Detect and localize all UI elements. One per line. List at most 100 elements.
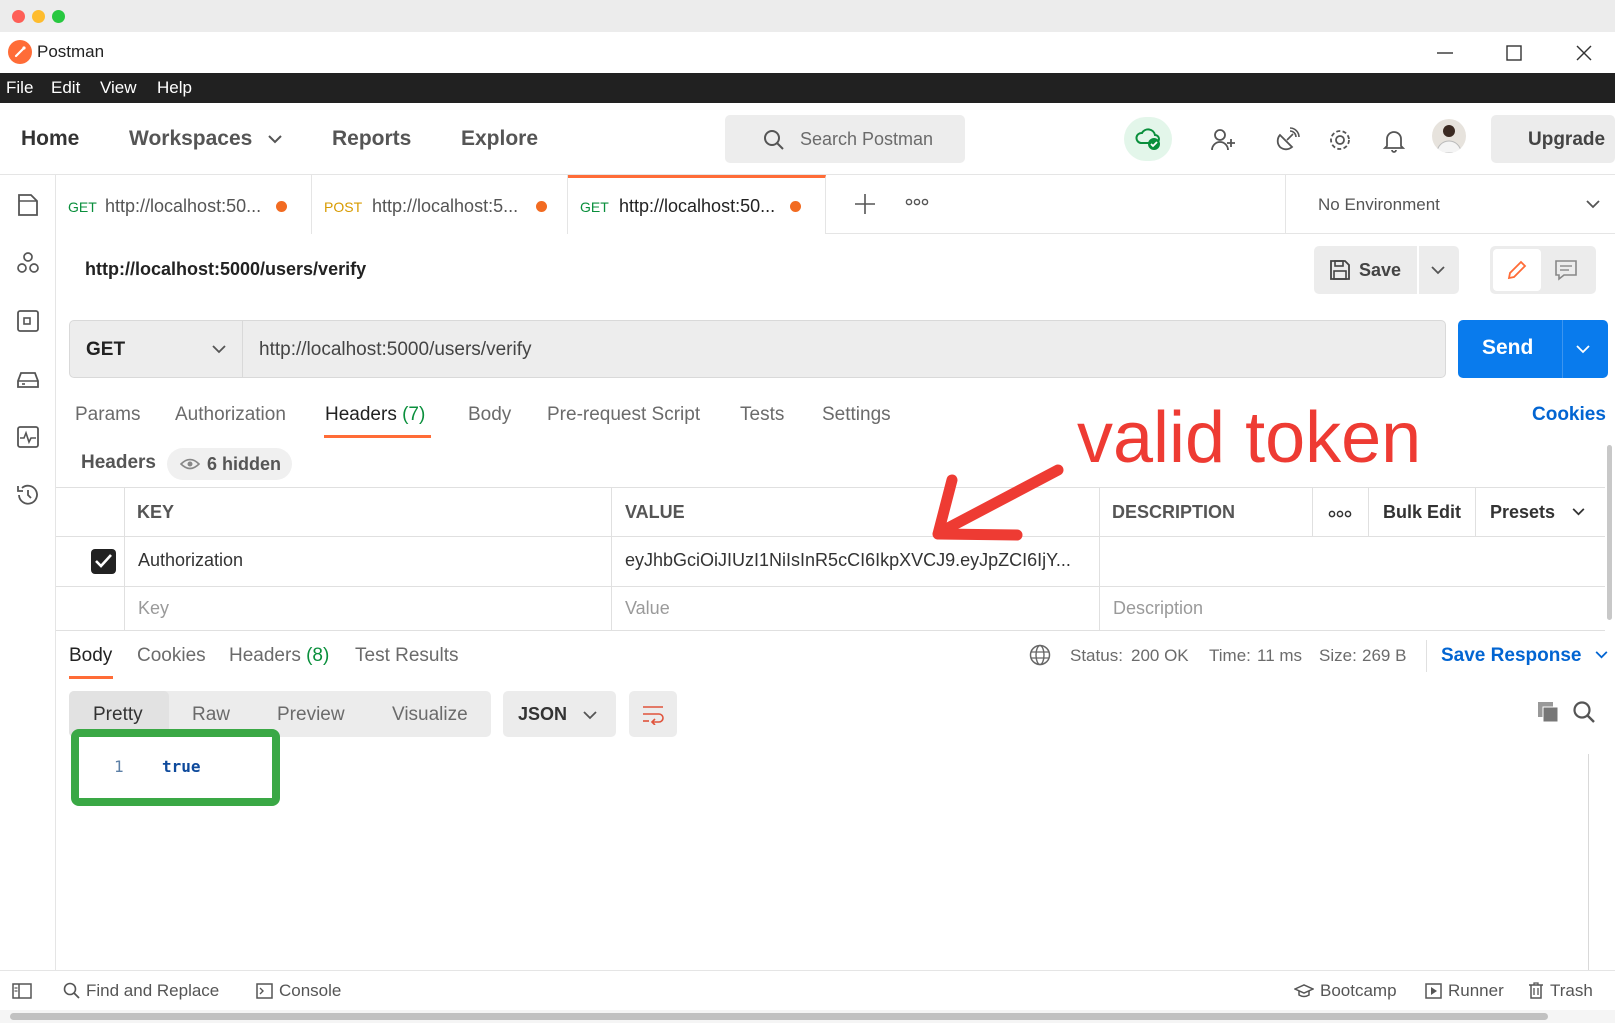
chevron-down-icon [212,345,226,354]
copy-icon[interactable] [1536,700,1560,724]
search-icon[interactable] [1572,700,1596,724]
more-options-icon[interactable] [905,197,929,207]
new-tab-plus-icon[interactable] [851,190,879,218]
header-key-cell[interactable]: Authorization [138,550,243,571]
response-tab-test-results[interactable]: Test Results [355,645,458,667]
console-button[interactable]: Console [256,981,341,1001]
bootcamp-button[interactable]: Bootcamp [1293,981,1397,1001]
avatar[interactable] [1432,119,1466,153]
globe-icon[interactable] [1029,644,1051,666]
close-window-dot[interactable] [12,10,25,23]
environments-icon[interactable] [13,306,43,336]
nav-reports[interactable]: Reports [332,127,411,151]
horizontal-scrollbar[interactable] [0,1010,1615,1023]
tab-headers[interactable]: Headers (7) [325,404,425,426]
tab-tests[interactable]: Tests [740,404,784,426]
new-value-input[interactable]: Value [625,598,670,619]
nav-workspaces[interactable]: Workspaces [129,127,282,151]
request-tab-active[interactable]: GET http://localhost:50... [568,175,826,234]
status-value[interactable]: 200 OK [1131,646,1189,666]
nav-explore[interactable]: Explore [461,127,538,151]
chevron-down-icon[interactable] [1576,345,1590,354]
tab-url: http://localhost:50... [105,196,262,216]
environment-select[interactable]: No Environment [1285,175,1615,234]
bell-icon[interactable] [1377,123,1409,155]
table-scrollbar[interactable] [1607,445,1612,620]
menu-help[interactable]: Help [157,78,192,98]
toggle-sidebar-icon[interactable] [12,981,38,1001]
save-button[interactable]: Save [1314,246,1417,294]
save-response-button[interactable]: Save Response [1441,645,1608,667]
minimize-icon[interactable] [1424,38,1464,66]
bulk-edit-button[interactable]: Bulk Edit [1383,502,1461,523]
menu-bar: File Edit View Help [0,73,1615,103]
request-tab[interactable]: POST http://localhost:5... [312,175,568,234]
minimize-window-dot[interactable] [32,10,45,23]
tab-settings[interactable]: Settings [822,404,891,426]
size-value[interactable]: 269 B [1362,646,1406,666]
request-title[interactable]: http://localhost:5000/users/verify [85,259,366,280]
response-tab-cookies[interactable]: Cookies [137,645,206,667]
edit-mode-button[interactable] [1493,249,1541,291]
monitors-icon[interactable] [13,422,43,452]
header-enabled-checkbox[interactable] [91,549,116,574]
history-icon[interactable] [13,480,43,510]
view-preview[interactable]: Preview [277,704,345,726]
menu-view[interactable]: View [100,78,137,98]
collections-icon[interactable] [13,190,43,220]
view-raw[interactable]: Raw [192,704,230,726]
format-select[interactable]: JSON [503,691,616,737]
mock-servers-icon[interactable] [13,364,43,394]
hidden-headers-toggle[interactable]: 6 hidden [167,448,292,480]
response-scrollbar[interactable] [1588,754,1589,970]
search-input[interactable]: Search Postman [725,115,965,163]
table-border [56,487,1605,488]
url-input[interactable]: http://localhost:5000/users/verify [259,339,531,361]
view-visualize[interactable]: Visualize [392,704,468,726]
new-description-input[interactable]: Description [1113,598,1203,619]
header-value-cell[interactable]: eyJhbGciOiJIUzI1NiIsInR5cCI6IkpXVCJ9.eyJ… [625,550,1071,571]
invite-user-icon[interactable] [1206,123,1238,155]
zoom-window-dot[interactable] [52,10,65,23]
satellite-icon[interactable] [1270,123,1302,155]
comments-icon[interactable] [1554,259,1578,281]
wrap-lines-button[interactable] [629,691,677,737]
runner-button[interactable]: Runner [1425,981,1504,1001]
more-options-icon[interactable] [1328,509,1352,519]
method-select[interactable]: GET [70,321,243,377]
menu-file[interactable]: File [6,78,33,98]
nav-home[interactable]: Home [21,127,79,151]
request-tab[interactable]: GET http://localhost:50... [56,175,312,234]
doc-toggle-group [1490,246,1596,294]
time-value[interactable]: 11 ms [1257,646,1302,666]
find-replace-button[interactable]: Find and Replace [63,981,219,1001]
upgrade-button[interactable]: Upgrade [1491,115,1615,163]
tab-prerequest-script[interactable]: Pre-request Script [547,404,700,426]
tab-params[interactable]: Params [75,404,140,426]
table-border [124,487,125,630]
presets-label: Presets [1490,502,1556,522]
response-tab-headers[interactable]: Headers (8) [229,645,329,667]
trash-button[interactable]: Trash [1528,981,1593,1001]
column-header-description: DESCRIPTION [1112,502,1236,522]
tab-authorization[interactable]: Authorization [175,404,286,426]
view-pretty[interactable]: Pretty [93,704,143,726]
close-icon[interactable] [1563,38,1603,66]
send-button[interactable]: Send [1458,320,1608,378]
annotation-arrow-icon [932,464,1064,541]
cloud-sync-icon[interactable] [1124,117,1172,161]
new-key-input[interactable]: Key [138,598,169,619]
maximize-icon[interactable] [1493,38,1533,66]
menu-edit[interactable]: Edit [51,78,80,98]
apis-icon[interactable] [13,248,43,278]
annotation-text: valid token [1077,398,1422,478]
cookies-link[interactable]: Cookies [1532,404,1606,426]
save-options-dropdown[interactable] [1419,246,1459,294]
scrollbar-thumb[interactable] [10,1013,1548,1020]
response-body-value[interactable]: true [162,757,201,776]
tab-body[interactable]: Body [468,404,511,426]
gear-icon[interactable] [1323,123,1355,155]
response-tab-body[interactable]: Body [69,645,112,667]
active-tab-indicator [69,676,113,679]
presets-dropdown[interactable]: Presets [1490,502,1585,523]
